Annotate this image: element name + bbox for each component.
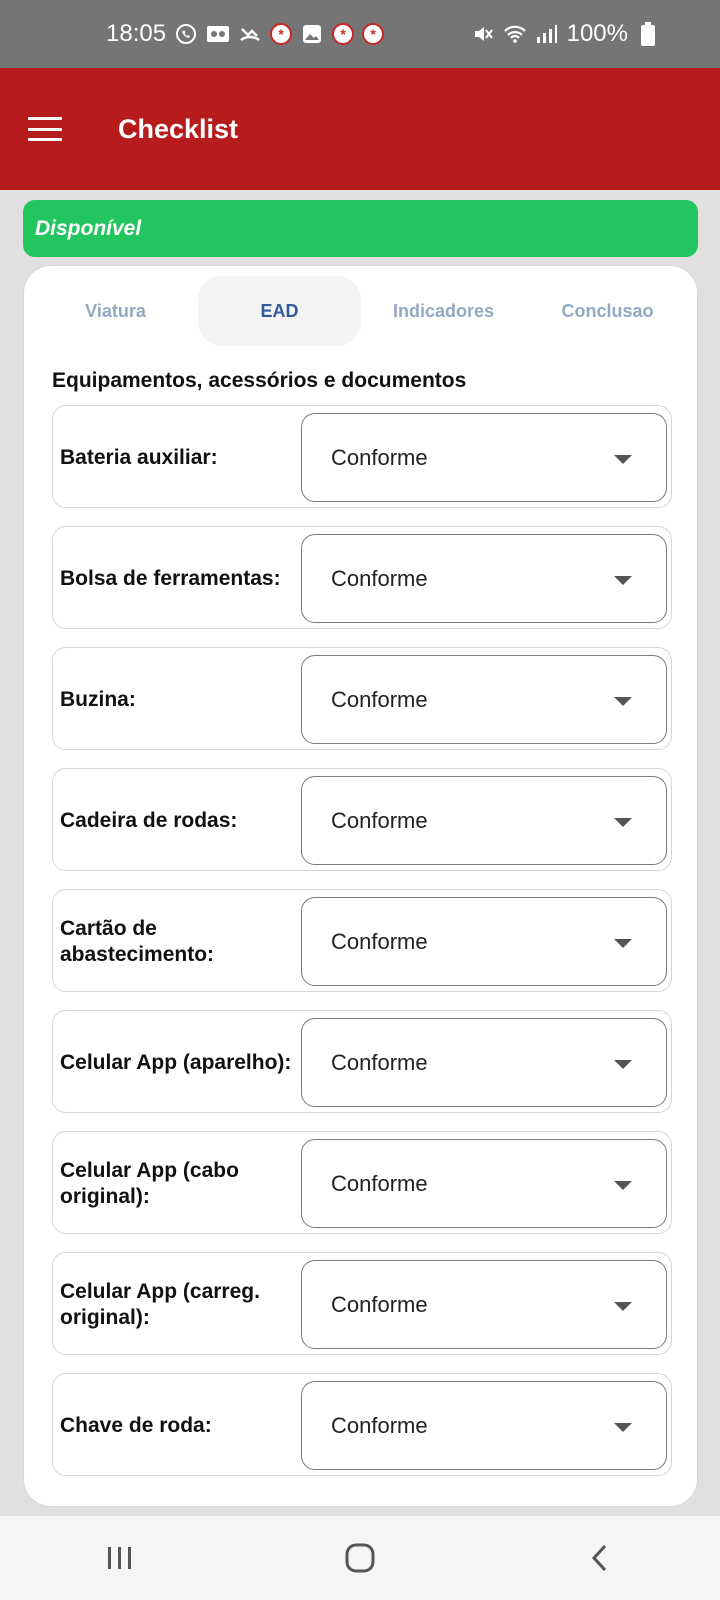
voicemail-icon	[206, 22, 230, 46]
medical-app-icon: *	[270, 23, 293, 45]
dropdown-arrow-icon	[614, 1181, 632, 1190]
item-label: Celular App (aparelho):	[60, 1050, 292, 1074]
medical-app-icon: *	[332, 23, 355, 45]
tab-conclusao[interactable]: Conclusao	[526, 276, 689, 346]
dropdown-arrow-icon	[614, 1302, 632, 1311]
status-left: 18:05 * * *	[106, 20, 385, 48]
status-bar: 18:05 * * * 100%	[0, 0, 720, 68]
dropdown-arrow-icon	[614, 939, 632, 948]
status-dropdown[interactable]: Conforme	[301, 1260, 667, 1349]
gallery-icon	[300, 22, 324, 46]
dropdown-value: Conforme	[331, 928, 428, 954]
item-label: Bateria auxiliar:	[60, 445, 218, 469]
checklist-card: Viatura EAD Indicadores Conclusao Equipa…	[23, 265, 698, 1507]
checklist-row: Cartão de abastecimento: Conforme	[52, 889, 672, 992]
dropdown-arrow-icon	[614, 818, 632, 827]
whatsapp-icon	[174, 22, 198, 46]
status-dropdown[interactable]: Conforme	[301, 413, 667, 502]
app-bar: Checklist	[0, 68, 720, 190]
dropdown-arrow-icon	[614, 455, 632, 464]
section-title: Equipamentos, acessórios e documentos	[52, 369, 467, 392]
item-label: Bolsa de ferramentas:	[60, 566, 281, 590]
status-right: 100%	[471, 20, 660, 48]
system-nav-bar	[0, 1516, 720, 1600]
checklist-row: Bateria auxiliar: Conforme	[52, 405, 672, 508]
battery-icon	[636, 22, 660, 46]
item-label: Cartão de abastecimento:	[60, 916, 215, 966]
checklist-row: Celular App (aparelho): Conforme	[52, 1010, 672, 1113]
dropdown-arrow-icon	[614, 576, 632, 585]
dropdown-value: Conforme	[331, 1412, 428, 1438]
tab-indicadores[interactable]: Indicadores	[362, 276, 525, 346]
checklist-row: Chave de roda: Conforme	[52, 1373, 672, 1476]
dropdown-value: Conforme	[331, 686, 428, 712]
page-title: Checklist	[118, 113, 239, 144]
dropdown-value: Conforme	[331, 1049, 428, 1075]
item-label: Celular App (carreg. original):	[60, 1279, 260, 1329]
checklist-row: Celular App (carreg. original): Conforme	[52, 1252, 672, 1355]
status-dropdown[interactable]: Conforme	[301, 534, 667, 623]
tab-label: Indicadores	[392, 300, 495, 321]
tab-label: Viatura	[85, 300, 146, 321]
mute-icon	[471, 22, 495, 46]
dropdown-arrow-icon	[614, 1060, 632, 1069]
dropdown-value: Conforme	[331, 807, 428, 833]
checklist-row: Bolsa de ferramentas: Conforme	[52, 526, 672, 629]
tab-ead[interactable]: EAD	[198, 276, 361, 346]
dropdown-arrow-icon	[614, 697, 632, 706]
item-label: Buzina:	[60, 687, 136, 711]
tab-bar: Viatura EAD Indicadores Conclusao	[24, 276, 699, 346]
status-dropdown[interactable]: Conforme	[301, 1139, 667, 1228]
status-dropdown[interactable]: Conforme	[301, 1381, 667, 1470]
item-label: Celular App (cabo original):	[60, 1158, 239, 1208]
availability-status-text: Disponível	[35, 216, 142, 240]
dropdown-value: Conforme	[331, 444, 428, 470]
tab-label: EAD	[260, 300, 299, 321]
dropdown-value: Conforme	[331, 565, 428, 591]
availability-status-badge: Disponível	[23, 200, 698, 257]
signal-icon	[535, 22, 559, 46]
status-dropdown[interactable]: Conforme	[301, 655, 667, 744]
status-dropdown[interactable]: Conforme	[301, 1018, 667, 1107]
dropdown-arrow-icon	[614, 1423, 632, 1432]
checklist-row: Cadeira de rodas: Conforme	[52, 768, 672, 871]
status-dropdown[interactable]: Conforme	[301, 776, 667, 865]
dropdown-value: Conforme	[331, 1170, 428, 1196]
tab-viatura[interactable]: Viatura	[34, 276, 197, 346]
status-time: 18:05	[106, 20, 167, 47]
recent-apps-icon[interactable]	[90, 1528, 150, 1588]
wifi-icon	[503, 22, 527, 46]
checklist-row: Celular App (cabo original): Conforme	[52, 1131, 672, 1234]
checklist-list: Bateria auxiliar: Conforme Bolsa de ferr…	[52, 405, 672, 1494]
checklist-row: Buzina: Conforme	[52, 647, 672, 750]
back-icon[interactable]	[570, 1528, 630, 1588]
item-label: Chave de roda:	[60, 1413, 212, 1437]
status-dropdown[interactable]: Conforme	[301, 897, 667, 986]
item-label: Cadeira de rodas:	[60, 808, 238, 832]
medical-app-icon: *	[362, 23, 385, 45]
hamburger-menu-icon[interactable]	[28, 117, 62, 141]
dropdown-value: Conforme	[331, 1291, 428, 1317]
home-icon[interactable]	[330, 1528, 390, 1588]
missed-call-icon	[238, 22, 262, 46]
battery-percent: 100%	[566, 20, 628, 47]
tab-label: Conclusao	[561, 300, 654, 321]
